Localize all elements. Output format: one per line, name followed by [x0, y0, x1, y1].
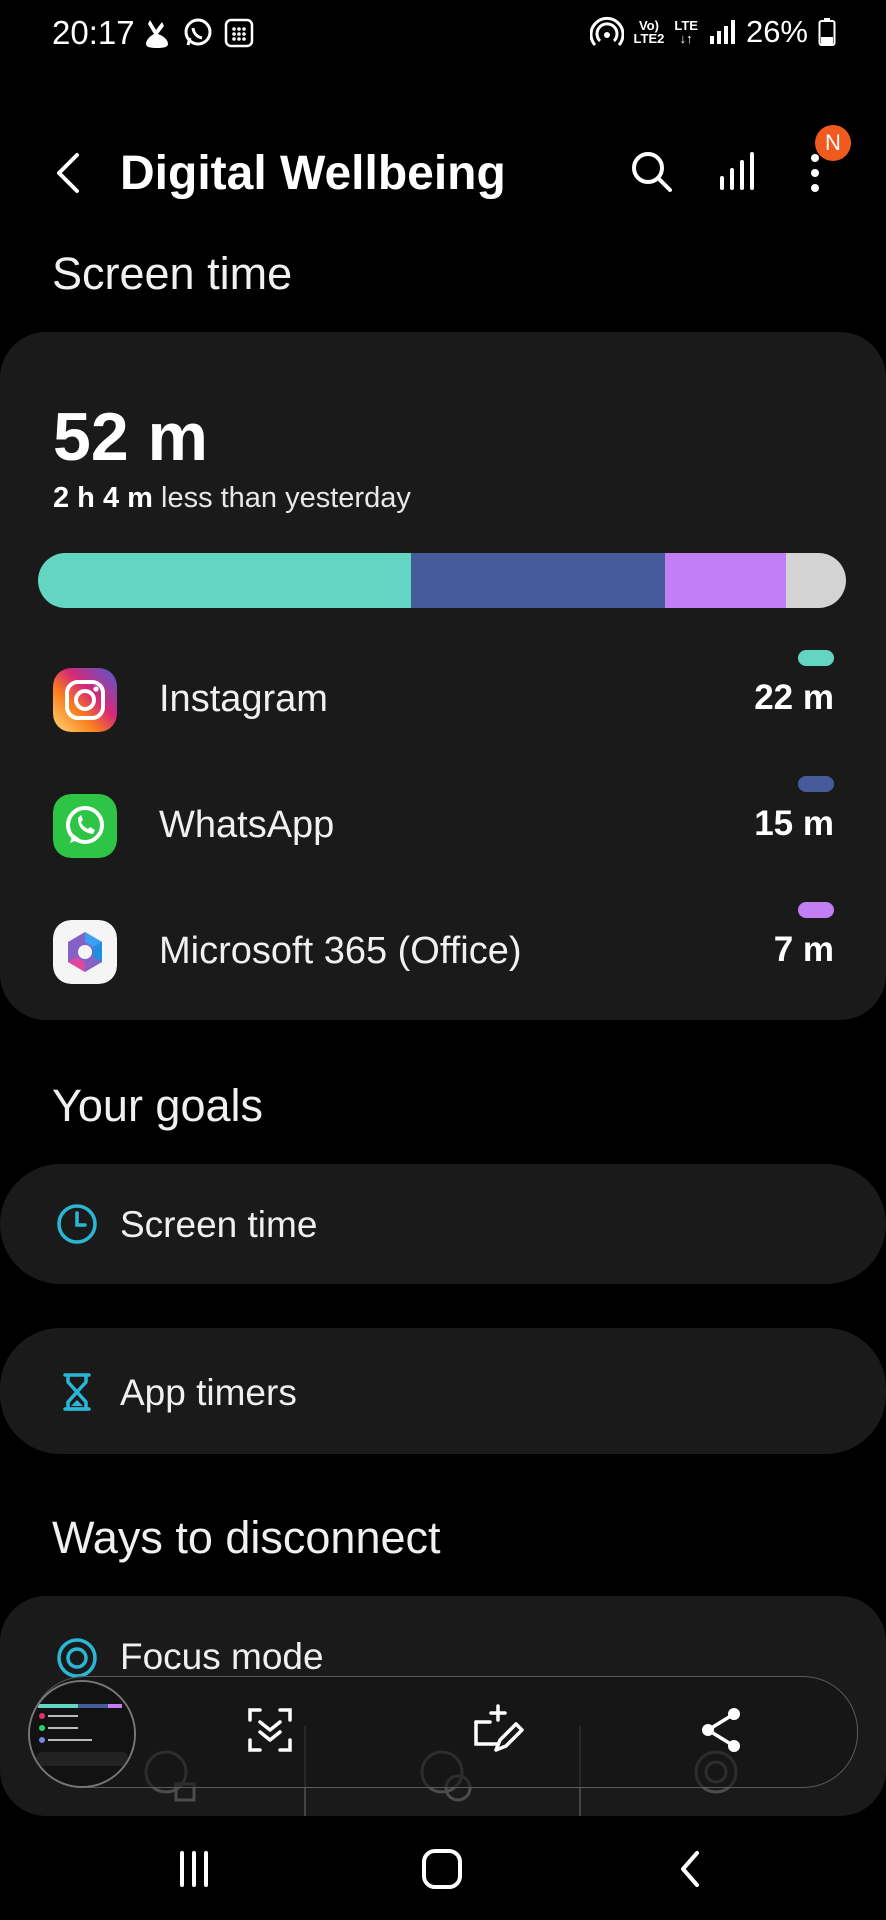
app-color-chip	[798, 650, 834, 666]
focus-mode-label[interactable]: Focus mode	[120, 1636, 324, 1678]
app-usage-time: 22 m	[754, 678, 834, 717]
search-button[interactable]	[627, 148, 677, 198]
whatsapp-status-icon	[184, 18, 212, 46]
usage-segment	[38, 553, 412, 608]
app-name: Microsoft 365 (Office)	[159, 930, 522, 972]
status-notification-icons	[142, 16, 254, 50]
focus-mode-icon	[57, 1638, 97, 1678]
game-launcher-icon	[146, 20, 168, 48]
home-button[interactable]	[402, 1834, 482, 1904]
app-timers-item[interactable]: App timers	[0, 1328, 886, 1454]
clock-icon	[57, 1204, 97, 1244]
app-usage-row[interactable]: Microsoft 365 (Office) 7 m	[0, 902, 886, 1002]
screen-time-section-title: Screen time	[52, 248, 293, 299]
app-timers-label: App timers	[120, 1372, 297, 1413]
scroll-capture-button[interactable]	[240, 1700, 300, 1760]
back-nav-icon	[681, 1851, 699, 1887]
app-color-chip	[798, 776, 834, 792]
screen-time-goal-item[interactable]: Screen time	[0, 1164, 886, 1284]
app-usage-time: 7 m	[773, 930, 834, 969]
volte-indicator: Vo) LTE2	[633, 18, 665, 46]
your-goals-section-title: Your goals	[52, 1080, 264, 1131]
hotspot-icon	[589, 16, 624, 46]
usage-segment	[411, 553, 665, 608]
app-color-chip	[798, 902, 834, 918]
microsoft-365-icon	[53, 920, 117, 984]
status-time: 20:17	[52, 14, 135, 51]
scroll-capture-icon	[248, 1708, 292, 1752]
bar-chart-icon	[720, 152, 754, 190]
app-usage-time: 15 m	[754, 804, 834, 843]
edit-screenshot-button[interactable]	[468, 1700, 528, 1760]
signal-icon	[709, 20, 735, 44]
status-system-icons: Vo) LTE2 LTE ↓↑ 26%	[589, 14, 836, 50]
page-title: Digital Wellbeing	[120, 147, 506, 200]
whatsapp-icon	[53, 794, 117, 858]
notification-badge: N	[815, 125, 851, 161]
back-button[interactable]	[48, 148, 88, 198]
battery-icon	[818, 18, 836, 46]
screen-time-goal-label: Screen time	[120, 1204, 318, 1245]
search-icon	[632, 152, 672, 192]
app-usage-row[interactable]: Instagram 22 m	[0, 650, 886, 750]
back-nav-button[interactable]	[650, 1834, 730, 1904]
recent-apps-icon	[180, 1851, 208, 1887]
lte-indicator: LTE ↓↑	[674, 18, 698, 46]
instagram-icon	[53, 668, 117, 732]
share-screenshot-button[interactable]	[692, 1700, 752, 1760]
recent-apps-button[interactable]	[154, 1834, 234, 1904]
usage-bar	[38, 553, 846, 608]
screen-time-total: 52 m	[53, 399, 208, 475]
calculator-icon	[224, 18, 254, 48]
screen-time-comparison: 2 h 4 m less than yesterday	[53, 482, 411, 514]
home-icon	[422, 1849, 462, 1889]
battery-percentage: 26%	[745, 14, 808, 49]
hourglass-icon	[63, 1373, 91, 1411]
crop-edit-icon	[474, 1704, 524, 1752]
app-name: WhatsApp	[159, 804, 335, 846]
ways-to-disconnect-section-title: Ways to disconnect	[52, 1512, 441, 1563]
app-usage-row[interactable]: WhatsApp 15 m	[0, 776, 886, 876]
share-icon	[702, 1708, 740, 1752]
usage-segment	[786, 553, 846, 608]
chevron-left-icon	[57, 153, 79, 193]
screenshot-thumbnail[interactable]	[28, 1680, 136, 1788]
usage-segment	[664, 553, 787, 608]
statistics-button[interactable]	[712, 148, 762, 198]
app-name: Instagram	[159, 678, 328, 720]
thumbnail-preview	[30, 1682, 134, 1786]
